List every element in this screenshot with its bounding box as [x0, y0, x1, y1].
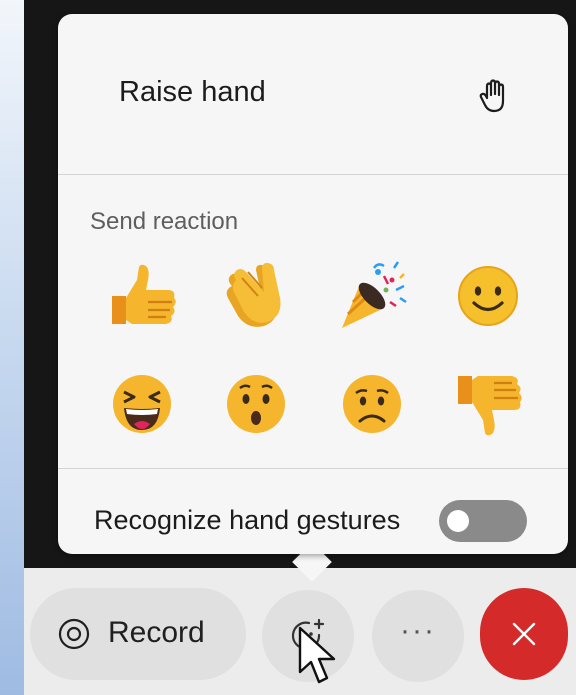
party-popper-icon: [342, 261, 407, 328]
sad-reaction-button[interactable]: [334, 366, 410, 442]
hand-icon: [479, 79, 505, 113]
mouse-pointer-icon: [298, 626, 336, 684]
more-options-button[interactable]: ···: [372, 590, 464, 682]
divider: [58, 174, 568, 175]
sad-face-icon: [343, 375, 401, 433]
divider: [58, 468, 568, 469]
applause-reaction-button[interactable]: [218, 258, 294, 334]
surprised-reaction-button[interactable]: [218, 366, 294, 442]
thumbs-down-icon: [458, 376, 522, 436]
smile-reaction-button[interactable]: [450, 258, 526, 334]
record-button[interactable]: Record: [30, 588, 246, 680]
like-reaction-button[interactable]: [104, 258, 180, 334]
smiling-face-icon: [458, 266, 518, 326]
raise-hand-button[interactable]: Raise hand: [58, 14, 568, 174]
reactions-popup: Raise hand Send reaction Recognize hand …: [58, 14, 568, 554]
send-reaction-label: Send reaction: [90, 208, 239, 235]
raise-hand-label: Raise hand: [119, 76, 266, 108]
record-label: Record: [108, 616, 205, 649]
more-options-icon: ···: [400, 614, 436, 647]
dislike-reaction-button[interactable]: [450, 366, 526, 442]
celebrate-reaction-button[interactable]: [334, 258, 410, 334]
close-icon: [512, 622, 536, 646]
record-icon: [58, 618, 90, 650]
thumbs-up-icon: [112, 264, 176, 324]
background-frame: [0, 0, 24, 695]
clapping-hands-icon: [226, 262, 281, 327]
laugh-reaction-button[interactable]: [104, 366, 180, 442]
laughing-face-icon: [113, 375, 171, 433]
gestures-toggle[interactable]: [439, 500, 527, 542]
surprised-face-icon: [227, 375, 285, 433]
gestures-label: Recognize hand gestures: [94, 505, 401, 535]
leave-button[interactable]: [480, 588, 568, 680]
toggle-knob: [447, 510, 469, 532]
